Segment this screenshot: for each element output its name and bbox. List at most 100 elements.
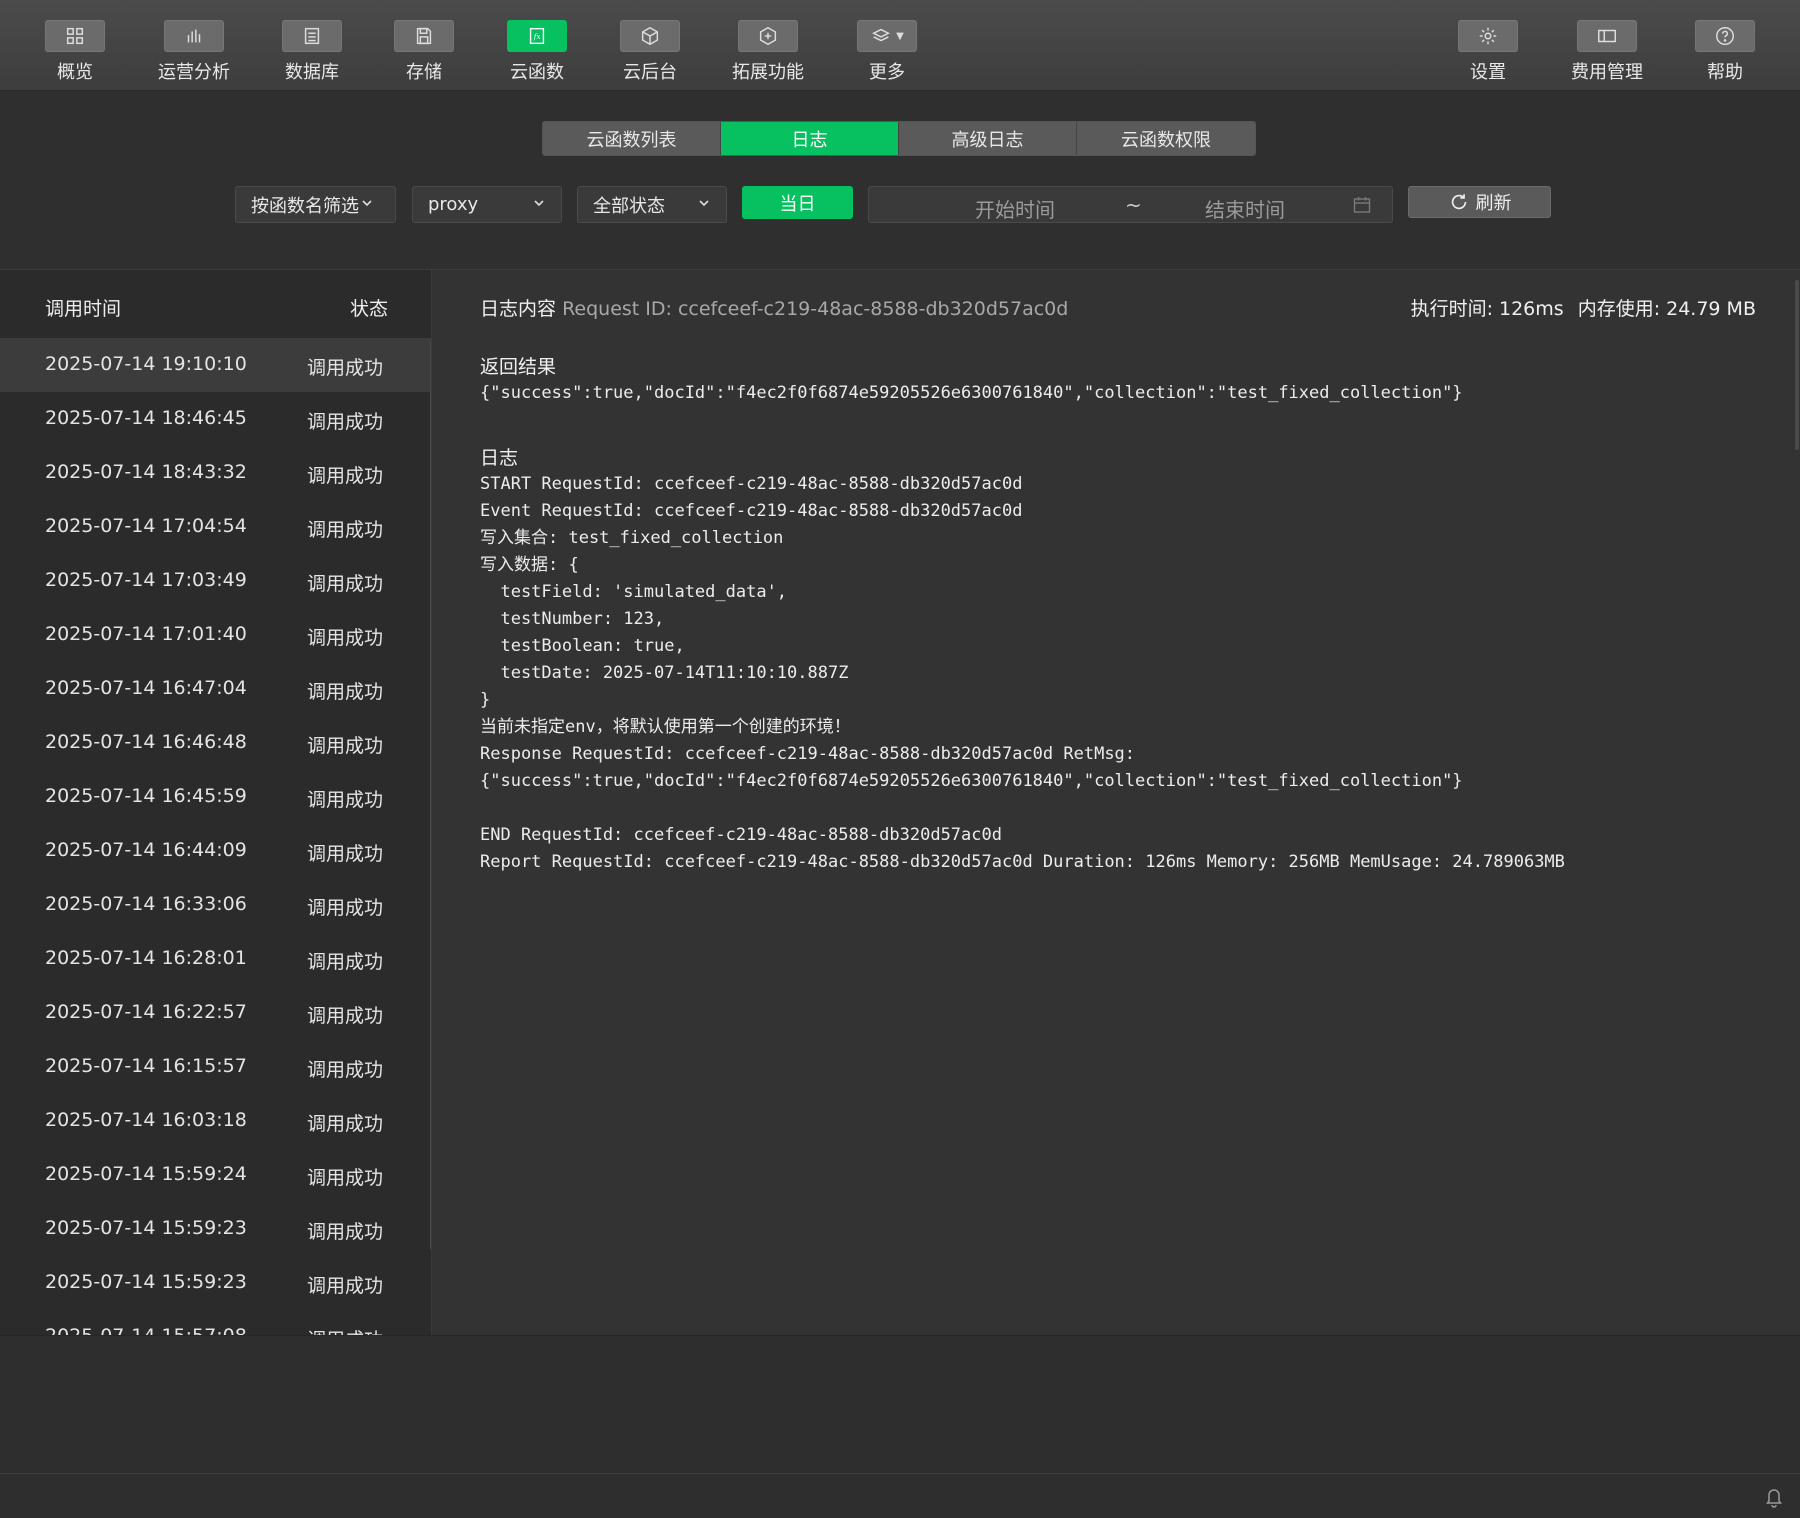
table-row[interactable]: 2025-07-14 16:45:59 调用成功	[0, 770, 431, 824]
toolbar-label: 运营分析	[158, 62, 230, 83]
toolbar-help[interactable]: 帮助	[1665, 20, 1785, 86]
bottom-panel	[0, 1335, 1800, 1473]
cloud-backend-button[interactable]	[620, 20, 680, 52]
column-header-time: 调用时间	[45, 298, 122, 320]
table-row[interactable]: 2025-07-14 19:10:10 调用成功	[0, 338, 431, 392]
log-line: 写入集合: test_fixed_collection	[480, 528, 784, 548]
table-row[interactable]: 2025-07-14 16:44:09 调用成功	[0, 824, 431, 878]
toolbar-cloud-functions[interactable]: fx 云函数	[477, 20, 597, 86]
table-row[interactable]: 2025-07-14 18:43:32 调用成功	[0, 446, 431, 500]
row-status: 调用成功	[307, 1167, 384, 1189]
table-row[interactable]: 2025-07-14 17:04:54 调用成功	[0, 500, 431, 554]
bell-icon[interactable]	[1764, 1486, 1784, 1508]
status-select[interactable]: 全部状态	[577, 186, 727, 223]
row-status: 调用成功	[307, 789, 384, 811]
grid-icon	[66, 27, 84, 45]
log-line: testField: 'simulated_data',	[480, 582, 788, 602]
function-select[interactable]: proxy	[412, 186, 562, 223]
overview-button[interactable]	[45, 20, 105, 52]
toolbar-storage[interactable]: 存储	[364, 20, 484, 86]
toolbar-cloud-backend[interactable]: 云后台	[590, 20, 710, 86]
table-row[interactable]: 2025-07-14 16:47:04 调用成功	[0, 662, 431, 716]
column-header-status: 状态	[350, 298, 389, 320]
help-button[interactable]	[1695, 20, 1755, 52]
cloud-functions-button[interactable]: fx	[507, 20, 567, 52]
table-row[interactable]: 2025-07-14 15:59:24 调用成功	[0, 1148, 431, 1202]
table-row[interactable]: 2025-07-14 15:59:23 调用成功	[0, 1256, 431, 1310]
toolbar-analytics[interactable]: 运营分析	[134, 20, 254, 86]
toolbar-label: 帮助	[1707, 62, 1743, 83]
row-time: 2025-07-14 16:03:18	[45, 1109, 247, 1131]
layers-icon	[872, 28, 891, 42]
cube-icon	[641, 26, 659, 46]
tab-function-list[interactable]: 云函数列表	[543, 122, 721, 155]
toolbar-billing[interactable]: 费用管理	[1547, 20, 1667, 86]
row-time: 2025-07-14 18:46:45	[45, 407, 247, 429]
result-content: {"success":true,"docId":"f4ec2f0f6874e59…	[480, 383, 1463, 403]
log-line: Event RequestId: ccefceef-c219-48ac-8588…	[480, 501, 1023, 521]
toolbar-overview[interactable]: 概览	[15, 20, 135, 86]
row-time: 2025-07-14 16:28:01	[45, 947, 247, 969]
table-row[interactable]: 2025-07-14 18:46:45 调用成功	[0, 392, 431, 446]
log-line: 写入数据: {	[480, 555, 579, 575]
table-row[interactable]: 2025-07-14 16:03:18 调用成功	[0, 1094, 431, 1148]
row-status: 调用成功	[307, 573, 384, 595]
log-line: testNumber: 123,	[480, 609, 665, 629]
billing-button[interactable]	[1577, 20, 1637, 52]
database-button[interactable]	[282, 20, 342, 52]
invocation-list: 调用时间 状态 2025-07-14 19:10:10 调用成功 2025-07-1…	[0, 270, 432, 1336]
table-row[interactable]: 2025-07-14 17:03:49 调用成功	[0, 554, 431, 608]
more-button[interactable]: ▼	[857, 20, 917, 52]
row-time: 2025-07-14 16:46:48	[45, 731, 247, 753]
toolbar-extensions[interactable]: 拓展功能	[708, 20, 828, 86]
tab-function-permissions[interactable]: 云函数权限	[1077, 122, 1255, 155]
database-icon	[304, 27, 320, 45]
chevron-down-icon	[699, 200, 709, 207]
toolbar-label: 更多	[869, 62, 905, 83]
row-status: 调用成功	[307, 411, 384, 433]
row-time: 2025-07-14 16:47:04	[45, 677, 247, 699]
execution-metrics: 执行时间: 126ms 内存使用: 24.79 MB	[1411, 294, 1756, 321]
row-time: 2025-07-14 16:15:57	[45, 1055, 247, 1077]
row-status: 调用成功	[307, 465, 384, 487]
function-tabs: 云函数列表 日志 高级日志 云函数权限	[542, 121, 1256, 156]
end-time-input[interactable]: 结束时间	[1205, 194, 1285, 223]
filter-mode-select[interactable]: 按函数名筛选	[235, 186, 396, 223]
start-time-input[interactable]: 开始时间	[975, 194, 1055, 223]
toolbar-label: 存储	[406, 62, 442, 83]
date-range-picker[interactable]: 开始时间 ~ 结束时间	[868, 186, 1393, 223]
today-button[interactable]: 当日	[742, 186, 853, 219]
storage-button[interactable]	[394, 20, 454, 52]
toolbar-settings[interactable]: 设置	[1428, 20, 1548, 86]
table-row[interactable]: 2025-07-14 17:01:40 调用成功	[0, 608, 431, 662]
tab-logs[interactable]: 日志	[721, 122, 899, 155]
row-time: 2025-07-14 17:04:54	[45, 515, 247, 537]
caret-down-icon: ▼	[896, 30, 904, 42]
table-row[interactable]: 2025-07-14 16:46:48 调用成功	[0, 716, 431, 770]
toolbar-label: 云函数	[510, 62, 564, 83]
log-panel: 调用时间 状态 2025-07-14 19:10:10 调用成功 2025-07-1…	[0, 269, 1800, 1336]
table-row[interactable]: 2025-07-14 15:59:23 调用成功	[0, 1202, 431, 1256]
toolbar-database[interactable]: 数据库	[252, 20, 372, 86]
row-status: 调用成功	[307, 951, 384, 973]
invocation-rows: 2025-07-14 19:10:10 调用成功 2025-07-14 18:46:…	[0, 338, 431, 1336]
row-time: 2025-07-14 18:43:32	[45, 461, 247, 483]
toolbar-more[interactable]: ▼ 更多	[827, 20, 947, 86]
refresh-icon	[1451, 194, 1466, 210]
extensions-button[interactable]	[738, 20, 798, 52]
table-row[interactable]: 2025-07-14 15:57:08调用成功	[0, 1310, 431, 1336]
table-row[interactable]: 2025-07-14 16:33:06 调用成功	[0, 878, 431, 932]
table-row[interactable]: 2025-07-14 16:28:01 调用成功	[0, 932, 431, 986]
row-status: 调用成功	[307, 843, 384, 865]
refresh-button[interactable]: 刷新	[1408, 186, 1551, 218]
bar-chart-icon	[187, 29, 201, 43]
log-line: Report RequestId: ccefceef-c219-48ac-858…	[480, 852, 1565, 872]
table-row[interactable]: 2025-07-14 16:15:57 调用成功	[0, 1040, 431, 1094]
table-row[interactable]: 2025-07-14 16:22:57 调用成功	[0, 986, 431, 1040]
row-status: 调用成功	[307, 519, 384, 541]
analytics-button[interactable]	[164, 20, 224, 52]
tab-advanced-logs[interactable]: 高级日志	[899, 122, 1077, 155]
detail-scrollbar[interactable]	[1795, 280, 1799, 450]
settings-button[interactable]	[1458, 20, 1518, 52]
